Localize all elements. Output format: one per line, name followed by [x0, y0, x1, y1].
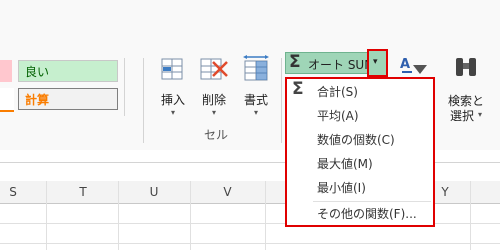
gallery-scroll-icon[interactable] [124, 58, 137, 116]
column-separator [190, 181, 191, 250]
menu-item-sum[interactable]: 合計(S) [317, 84, 358, 100]
autosum-label: オート SUM [308, 58, 375, 72]
column-header-s[interactable]: S [0, 181, 26, 203]
column-header-t[interactable]: T [48, 181, 118, 203]
chevron-down-icon: ▾ [373, 57, 378, 67]
menu-item-max[interactable]: 最大値(M) [317, 156, 373, 172]
chevron-down-icon: ▾ [253, 108, 258, 117]
style-good-label: 良い [25, 65, 50, 79]
column-separator [46, 181, 47, 250]
autosum-dropdown-button[interactable]: ▾ [367, 49, 388, 77]
column-header-u[interactable]: U [118, 181, 190, 203]
column-separator [470, 181, 471, 250]
delete-cells-icon [200, 58, 228, 80]
sigma-icon: Σ [292, 79, 304, 99]
sort-filter-icon[interactable]: A [400, 57, 430, 79]
menu-item-count[interactable]: 数値の個数(C) [317, 132, 395, 148]
delete-label: 削除 [201, 93, 226, 107]
binoculars-icon [456, 58, 476, 76]
menu-item-average[interactable]: 平均(A) [317, 108, 359, 124]
grid-row-line [0, 243, 500, 244]
column-separator [118, 181, 119, 250]
sigma-icon: Σ [289, 52, 301, 72]
chevron-down-icon: ▾ [478, 110, 483, 119]
chevron-down-icon: ▾ [211, 108, 216, 117]
group-divider [281, 58, 282, 143]
style-bad-swatch[interactable] [0, 60, 12, 82]
menu-divider [313, 201, 431, 202]
style-calc[interactable]: 計算 [18, 88, 118, 110]
format-cells-icon [243, 55, 269, 81]
group-divider [143, 58, 144, 143]
delete-button[interactable]: 削除 ▾ [196, 56, 232, 120]
find-select-button[interactable]: 検索と 選択 ▾ [444, 56, 488, 123]
format-button[interactable]: 書式 ▾ [238, 55, 274, 120]
chevron-down-icon: ▾ [170, 108, 175, 117]
style-calc-label: 計算 [25, 93, 50, 107]
style-good[interactable]: 良い [18, 60, 118, 82]
column-separator [265, 181, 266, 250]
insert-cells-icon [161, 58, 183, 80]
style-neutral-swatch[interactable] [0, 88, 14, 112]
format-label: 書式 [243, 93, 268, 107]
insert-label: 挿入 [160, 93, 185, 107]
autosum-button[interactable]: Σ オート SUM [285, 52, 375, 74]
menu-item-min[interactable]: 最小値(I) [317, 180, 366, 196]
column-header-v[interactable]: V [190, 181, 265, 203]
insert-button[interactable]: 挿入 ▾ [156, 56, 190, 120]
menu-item-more-functions[interactable]: その他の関数(F)... [317, 206, 417, 222]
cells-group-label: セル [204, 128, 229, 142]
autosum-menu: Σ 合計(S) 平均(A) 数値の個数(C) 最大値(M) 最小値(I) その他… [285, 77, 435, 227]
